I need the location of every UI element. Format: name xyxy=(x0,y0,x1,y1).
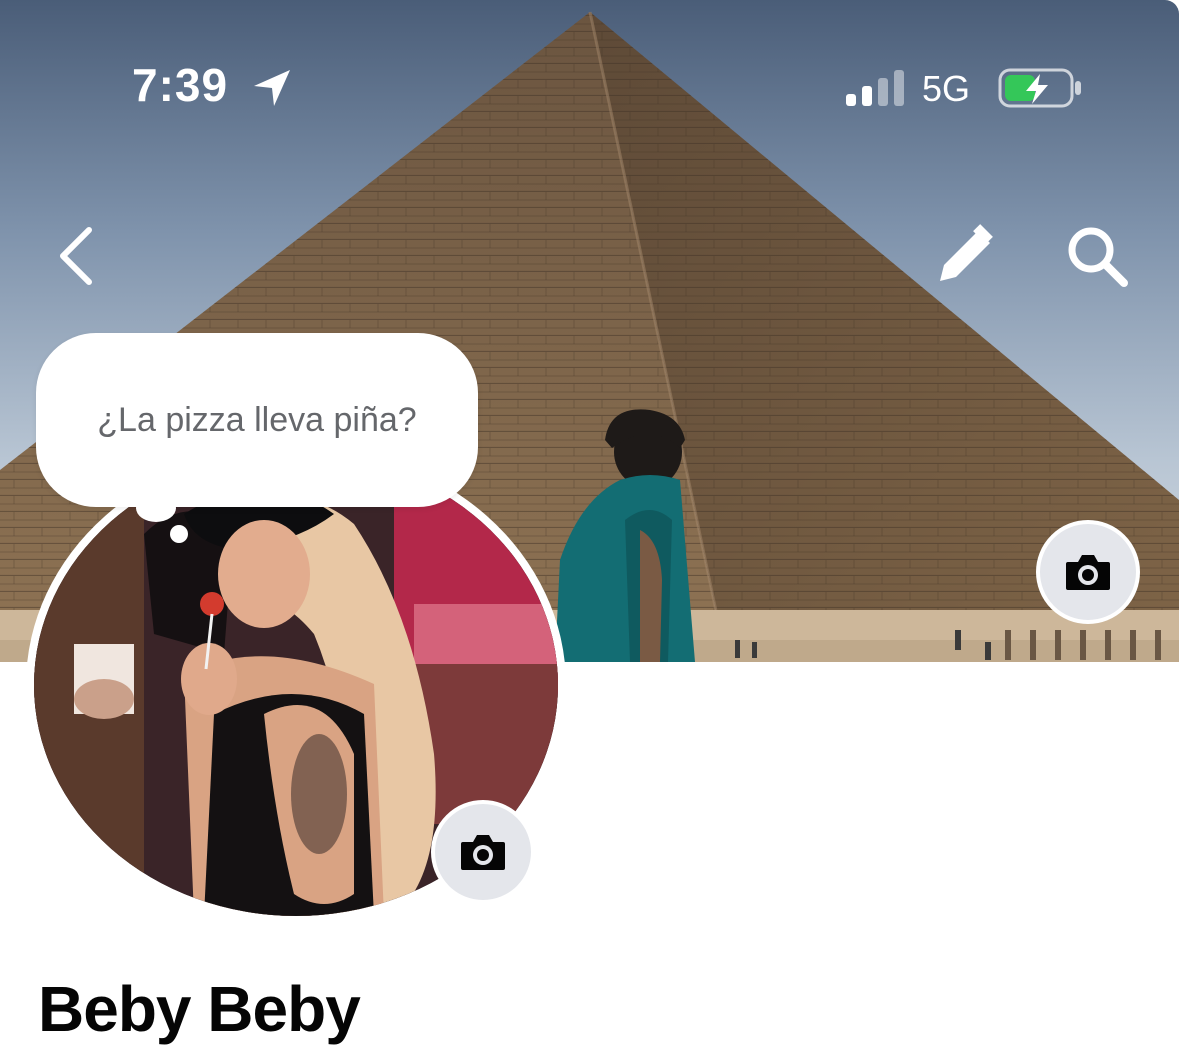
search-button[interactable] xyxy=(1052,216,1142,296)
profile-name: Beby Beby xyxy=(38,973,361,1045)
pencil-icon xyxy=(940,224,993,281)
status-time: 7:39 xyxy=(132,59,229,111)
edit-cover-button[interactable] xyxy=(920,216,1010,296)
cellular-signal-icon xyxy=(846,70,904,106)
note-bubble[interactable]: ¿La pizza lleva piña? xyxy=(36,333,478,507)
profile-picture-camera-button[interactable] xyxy=(431,800,535,904)
camera-icon xyxy=(1066,555,1110,590)
search-icon xyxy=(1068,227,1128,287)
profile-screen: 7:39 5G ¿La pizza lleva piña? Beby Beby xyxy=(0,0,1179,1062)
location-arrow-icon xyxy=(254,70,290,106)
note-text: ¿La pizza lleva piña? xyxy=(97,400,417,439)
camera-icon xyxy=(461,835,505,870)
note-bubble-tail-dot xyxy=(170,525,188,543)
battery-charging-icon xyxy=(998,68,1081,108)
network-label: 5G xyxy=(922,68,971,109)
chevron-left-icon xyxy=(60,227,92,285)
note-bubble-tail xyxy=(136,494,176,522)
back-button[interactable] xyxy=(40,218,110,294)
cover-camera-button[interactable] xyxy=(1036,520,1140,624)
